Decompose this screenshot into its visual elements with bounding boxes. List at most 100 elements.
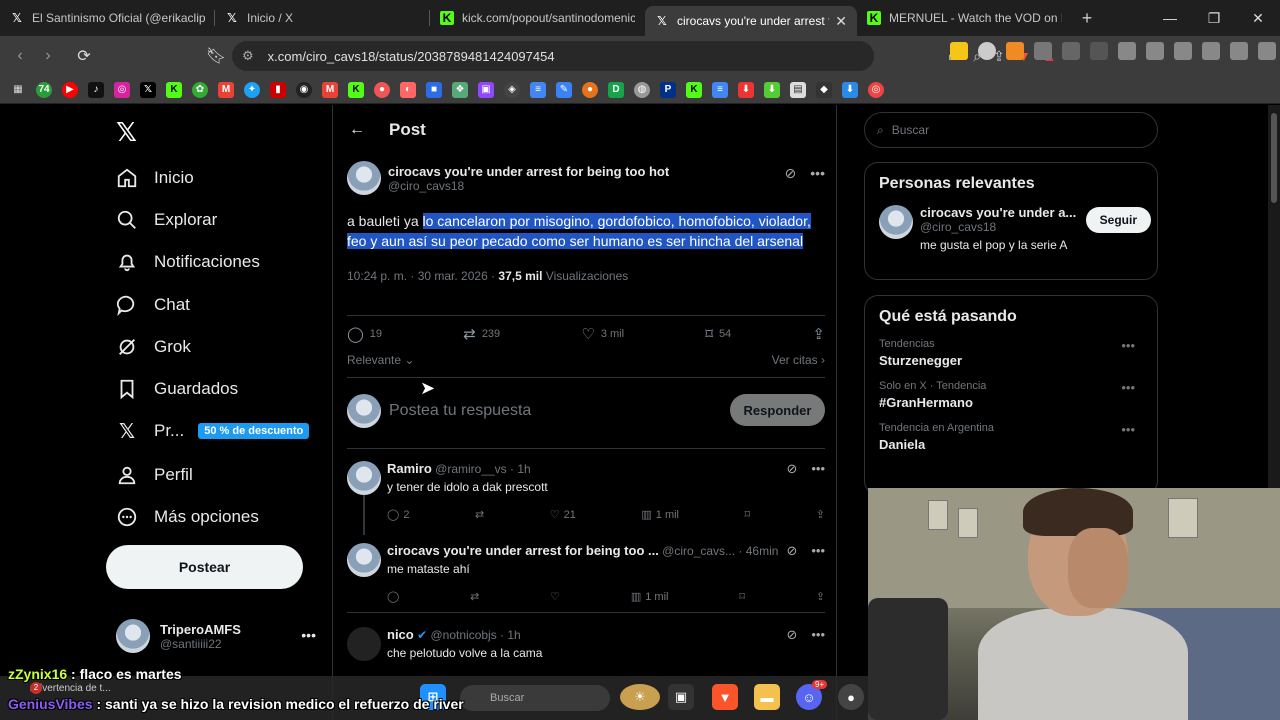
reply-author-name[interactable]: nico	[387, 627, 414, 642]
trend-item[interactable]: Tendencia en Argentina Daniela •••	[879, 422, 1143, 452]
puzzle-icon[interactable]	[1034, 42, 1052, 60]
share-button[interactable]: ⇪	[812, 325, 825, 343]
document-icon[interactable]: ▤	[790, 81, 806, 98]
gmail-icon[interactable]: M	[218, 81, 234, 98]
follow-button[interactable]: Seguir	[1085, 207, 1151, 233]
close-window-icon[interactable]: ✕	[1236, 0, 1280, 36]
bookmark-button[interactable]: ⌑	[745, 508, 751, 521]
nav-item-chat[interactable]: Chat	[116, 290, 190, 320]
x-logo-icon[interactable]: 𝕏	[116, 117, 137, 148]
person-name[interactable]: cirocavs you're under a...	[920, 205, 1076, 220]
file-explorer-icon[interactable]: ▬	[754, 684, 780, 710]
nav-item-grok[interactable]: Grok	[116, 332, 191, 362]
nav-item-explorar[interactable]: Explorar	[116, 205, 217, 235]
minimize-icon[interactable]: —	[1148, 0, 1192, 36]
close-tab-icon[interactable]: ✕	[835, 13, 847, 30]
trend-item[interactable]: Solo en X · Tendencia #GranHermano •••	[879, 380, 1143, 410]
bookmark-icon[interactable]: ■	[426, 81, 442, 98]
reply-author-handle[interactable]: @ciro_cavs...	[662, 544, 735, 558]
youtube-icon[interactable]: ▶	[62, 81, 78, 98]
reply-author-handle[interactable]: @ramiro__vs	[435, 462, 507, 476]
download-icon[interactable]: ⬇	[764, 81, 780, 98]
reply-submit-button[interactable]: Responder	[730, 394, 825, 426]
maximize-icon[interactable]: ❐	[1192, 0, 1236, 36]
reply-item[interactable]: Ramiro @ramiro__vs · 1h y tener de idolo…	[347, 461, 825, 535]
extension-icon[interactable]	[1062, 42, 1080, 60]
grok-icon[interactable]: ⊘	[786, 627, 797, 643]
search-input[interactable]: ⌕ Buscar	[864, 112, 1158, 148]
bookmark-icon[interactable]: ●	[582, 81, 598, 98]
share-button[interactable]: ⇪	[816, 508, 825, 521]
more-dots-icon[interactable]: •••	[1121, 422, 1135, 437]
grok-icon[interactable]: ⊘	[786, 543, 797, 559]
extension-icon[interactable]	[978, 42, 996, 60]
brave-browser-icon[interactable]: ▼	[712, 684, 738, 710]
back-arrow-icon[interactable]: ←	[349, 121, 365, 139]
wallet-icon[interactable]	[1174, 42, 1192, 60]
tab-1[interactable]: 𝕏 Inicio / X	[215, 0, 430, 36]
twitch-icon[interactable]: ▣	[478, 81, 494, 98]
menu-icon[interactable]	[1258, 42, 1276, 60]
repost-button[interactable]: ⇄	[470, 590, 479, 603]
forward-arrow-icon[interactable]: ›	[34, 47, 62, 65]
reply-button[interactable]: ◯	[387, 590, 399, 603]
like-button[interactable]: ♡ 3 mil	[581, 325, 624, 343]
more-dots-icon[interactable]: •••	[1121, 338, 1135, 353]
more-dots-icon[interactable]: •••	[811, 543, 825, 559]
like-button[interactable]: ♡ 21	[550, 508, 576, 522]
bookmark-icon[interactable]: ◆	[816, 81, 832, 98]
bookmark-icon[interactable]: ◎	[868, 81, 884, 98]
url-bar[interactable]: ⚙ x.com/ciro_cavs18/status/2038789481424…	[232, 41, 1057, 71]
instagram-icon[interactable]: ◎	[114, 81, 130, 98]
relevant-person[interactable]: cirocavs you're under a... @ciro_cavs18 …	[879, 205, 1151, 252]
bookmark-icon[interactable]: ✎	[556, 81, 572, 98]
avatar[interactable]	[347, 161, 381, 195]
sidebar-icon[interactable]	[1146, 42, 1164, 60]
download-icon[interactable]: ⬇	[842, 81, 858, 98]
more-dots-icon[interactable]: •••	[1121, 380, 1135, 395]
new-tab-button[interactable]: +	[1072, 8, 1102, 29]
gmail-icon[interactable]: M	[322, 81, 338, 98]
reply-button[interactable]: ◯ 19	[347, 325, 382, 343]
chart-icon[interactable]: ▮	[270, 81, 286, 98]
extension-icon[interactable]	[1090, 42, 1108, 60]
avatar[interactable]	[347, 543, 381, 577]
more-dots-icon[interactable]: •••	[301, 627, 316, 643]
bookmark-icon[interactable]: ●	[374, 81, 390, 98]
nav-item-mas-opciones[interactable]: Más opciones	[116, 502, 259, 532]
kick-icon[interactable]: K	[686, 81, 702, 98]
bookmark-icon[interactable]: 74	[36, 81, 52, 98]
more-dots-icon[interactable]: •••	[811, 461, 825, 477]
tab-0[interactable]: 𝕏 El Santinismo Oficial (@erikaclips2	[0, 0, 215, 36]
nav-item-guardados[interactable]: Guardados	[116, 374, 238, 404]
extension-icon[interactable]	[950, 42, 968, 60]
bookmark-icon[interactable]: ❖	[452, 81, 468, 98]
post-author-handle[interactable]: @ciro_cavs18	[388, 179, 669, 193]
media-icon[interactable]	[1118, 42, 1136, 60]
github-icon[interactable]: ◉	[296, 81, 312, 98]
tab-2[interactable]: K kick.com/popout/santinodomenic	[430, 0, 645, 36]
nav-item-premium[interactable]: 𝕏 Pr... 50 % de descuento	[116, 416, 310, 446]
repost-button[interactable]: ⇄	[475, 508, 484, 521]
tab-3[interactable]: 𝕏 cirocavs you're under arrest fo ✕	[645, 6, 857, 36]
reply-author-name[interactable]: cirocavs you're under arrest for being t…	[387, 543, 659, 558]
nav-item-notificaciones[interactable]: Notificaciones	[116, 247, 260, 277]
bookmark-icon[interactable]: ◍	[634, 81, 650, 98]
x-icon[interactable]: 𝕏	[140, 81, 156, 98]
reply-author-handle[interactable]: @notnicobjs	[430, 628, 496, 642]
widgets-icon[interactable]: ☀	[620, 684, 660, 710]
back-arrow-icon[interactable]: ‹	[6, 47, 34, 65]
avatar[interactable]	[879, 205, 913, 239]
repost-button[interactable]: ⇄ 239	[463, 325, 500, 343]
vpn-icon[interactable]	[1230, 42, 1248, 60]
task-view-icon[interactable]: ▣	[668, 684, 694, 710]
taskbar-search[interactable]: Buscar	[460, 685, 610, 711]
more-dots-icon[interactable]: •••	[810, 165, 825, 182]
kick-icon[interactable]: K	[166, 81, 182, 98]
bookmark-page-icon[interactable]: 🔖︎	[202, 46, 230, 66]
bookmark-icon[interactable]: ✿	[192, 81, 208, 98]
docs-icon[interactable]: ≡	[712, 81, 728, 98]
scrollbar-thumb[interactable]	[1271, 113, 1277, 203]
apps-grid-icon[interactable]: ▦	[10, 82, 26, 98]
post-timestamp[interactable]: 10:24 p. m. · 30 mar. 2026 ·	[347, 269, 498, 283]
